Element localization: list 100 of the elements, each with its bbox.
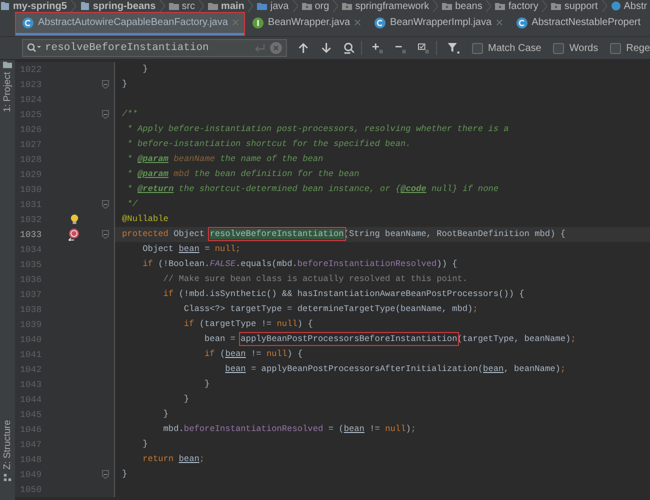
- code-text: =: [204, 244, 211, 254]
- line-number: 1033: [19, 230, 43, 240]
- code-text: (targetType, beanName): [457, 334, 571, 344]
- doc-tag: @return: [138, 184, 174, 194]
- interface-icon: [252, 16, 264, 28]
- lightbulb-icon[interactable]: [70, 214, 78, 225]
- breadcrumb-item[interactable]: springframework: [342, 0, 430, 12]
- doc-comment: /**: [122, 109, 138, 119]
- checkbox[interactable]: [472, 42, 484, 54]
- keyword: if: [142, 259, 153, 269]
- breadcrumb-item[interactable]: java: [257, 0, 289, 12]
- checkbox[interactable]: [553, 42, 564, 54]
- search-option-checkbox[interactable]: Rege: [610, 42, 650, 54]
- code-text: )) {: [436, 259, 458, 269]
- editor-tab[interactable]: AbstractNestablePropert: [508, 12, 647, 36]
- doc-comment: * Apply before-instantiation post-processors, resolving whether there is a: [127, 124, 509, 134]
- variable-name: bean: [483, 364, 504, 374]
- code-text: bean =: [204, 334, 236, 344]
- code-text: applyBeanPostProcessorsBeforeInstantiation: [240, 334, 458, 344]
- keyword: ;: [560, 364, 566, 374]
- breadcrumb-item[interactable]: spring-beans: [80, 0, 156, 12]
- code-text: (!mbd.isSynthetic() && hasInstantiationAwareBeanPostProcessors()) {: [178, 289, 524, 299]
- close-icon[interactable]: [354, 19, 362, 26]
- chevron-icon: [602, 0, 607, 12]
- editor-tab[interactable]: AbstractAutowireCapableBeanFactory.java: [15, 12, 245, 36]
- chevron-icon: [70, 0, 76, 12]
- doc-comment: *: [127, 184, 134, 194]
- tab-label: AbstractNestablePropert: [532, 17, 641, 28]
- structure-tool-tab[interactable]: Z: Structure: [2, 420, 13, 500]
- code-text: , beanName): [504, 364, 560, 374]
- code-text: ) {: [287, 349, 303, 359]
- chevron-icon: [542, 0, 548, 12]
- project-tool-tab[interactable]: 1: Project: [2, 60, 13, 112]
- fold-marker-icon[interactable]: [102, 470, 108, 479]
- package-icon: [442, 1, 452, 11]
- class-icon: [610, 1, 621, 11]
- doc-comment: *: [127, 169, 134, 179]
- search-field[interactable]: resolveBeforeInstantiation: [22, 39, 288, 57]
- code-text: }: [122, 79, 128, 89]
- module-icon: [0, 1, 10, 11]
- chevron-icon: [248, 0, 254, 12]
- enter-icon: [254, 43, 266, 53]
- breadcrumb-item[interactable]: org: [302, 0, 330, 12]
- search-input[interactable]: resolveBeforeInstantiation: [45, 42, 250, 54]
- keyword: null;: [214, 244, 241, 254]
- breadcrumb-item[interactable]: my-spring5: [0, 0, 67, 12]
- keyword: protected: [122, 229, 168, 239]
- variable-name: bean: [178, 244, 200, 254]
- code-text: ) {: [297, 319, 313, 329]
- chevron-icon: [292, 0, 298, 12]
- add-selection-icon[interactable]: [372, 42, 386, 54]
- checkbox[interactable]: [610, 42, 622, 54]
- package-icon: [495, 1, 506, 11]
- code-text: = applyBeanPostProcessorsAfterInitialization(: [250, 364, 484, 374]
- breadcrumb-item[interactable]: support: [551, 0, 598, 12]
- doc-comment: the name of the bean: [220, 154, 324, 164]
- keyword: if: [184, 319, 194, 329]
- arrow-down-icon[interactable]: [320, 42, 333, 54]
- fold-marker-icon[interactable]: [102, 200, 108, 209]
- editor-tab[interactable]: BeanWrapperImpl.java: [367, 12, 509, 36]
- code-text: !=: [251, 349, 262, 359]
- search-option-checkbox[interactable]: Words: [553, 42, 598, 54]
- editor-tab[interactable]: BeanWrapper.java: [244, 12, 368, 36]
- fold-marker-icon[interactable]: [102, 230, 108, 239]
- breadcrumb-item[interactable]: Abstr: [610, 0, 648, 12]
- find-all-icon[interactable]: [342, 42, 356, 54]
- chevron-icon: [433, 0, 438, 12]
- breadcrumb-item[interactable]: src: [168, 0, 196, 12]
- field-name: beforeInstantiationResolved: [297, 259, 437, 269]
- select-all-icon[interactable]: [418, 42, 430, 54]
- code-text: Object: [142, 244, 175, 254]
- keyword: null: [266, 349, 288, 359]
- code-text: mbd.: [163, 424, 184, 434]
- annotation: @Nullable: [122, 214, 168, 224]
- close-icon[interactable]: [232, 19, 239, 26]
- code-text: .equals(mbd.: [236, 259, 298, 269]
- keyword: return: [142, 454, 175, 464]
- arrow-up-icon[interactable]: [297, 42, 310, 54]
- close-icon[interactable]: [496, 19, 503, 26]
- fold-marker-icon[interactable]: [102, 80, 108, 89]
- doc-comment: the bean definition for the bean: [194, 169, 360, 179]
- code-text: }: [163, 409, 168, 419]
- keyword: ;: [472, 304, 478, 314]
- breadcrumb-item[interactable]: main: [208, 0, 244, 12]
- code-text: (!Boolean.: [158, 259, 210, 269]
- doc-param: mbd: [174, 169, 190, 179]
- code-text: !=: [370, 424, 381, 434]
- doc-tag: @param: [138, 154, 168, 164]
- code-text: }: [142, 64, 148, 74]
- filter-icon[interactable]: [447, 42, 460, 54]
- search-option-checkbox[interactable]: Match Case: [472, 42, 542, 54]
- code-comment: // Make sure bean class is actually resolved at this point.: [163, 274, 468, 284]
- breadcrumb-item[interactable]: factory: [495, 0, 538, 12]
- keyword: null: [276, 319, 298, 329]
- field-name: beforeInstantiationResolved: [184, 424, 324, 434]
- breadcrumb-item[interactable]: beans: [442, 0, 482, 12]
- package-icon: [342, 1, 352, 11]
- fold-marker-icon[interactable]: [102, 110, 108, 119]
- clear-icon[interactable]: [270, 42, 282, 54]
- class-icon: [516, 16, 528, 28]
